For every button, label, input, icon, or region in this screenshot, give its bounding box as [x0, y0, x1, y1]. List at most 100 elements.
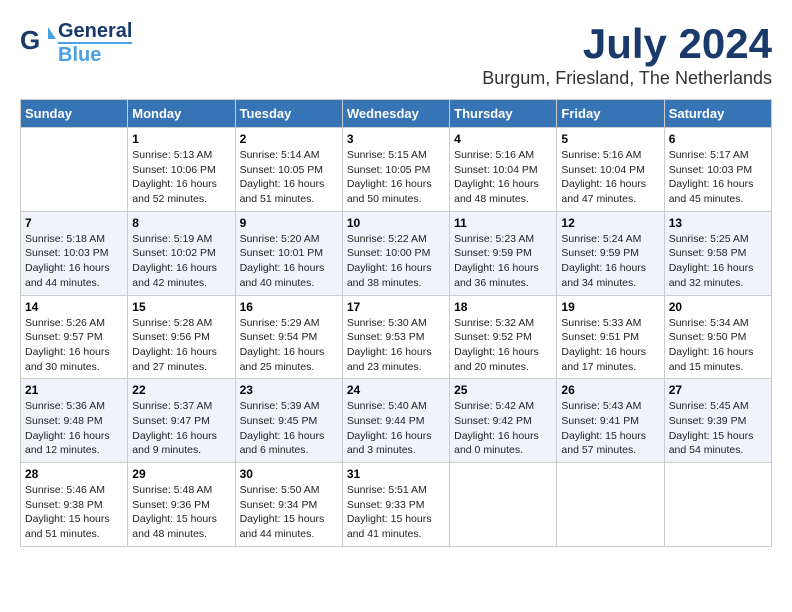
logo-line2: Blue — [58, 42, 132, 66]
day-number: 19 — [561, 300, 659, 314]
day-number: 23 — [240, 383, 338, 397]
day-number: 3 — [347, 132, 445, 146]
calendar-cell — [557, 463, 664, 547]
day-number: 16 — [240, 300, 338, 314]
calendar-cell: 17Sunrise: 5:30 AM Sunset: 9:53 PM Dayli… — [342, 295, 449, 379]
day-number: 1 — [132, 132, 230, 146]
calendar-cell: 13 Sunrise: 5:25 AM Sunset: 9:58 PM Dayli… — [664, 211, 771, 295]
day-number: 12 — [561, 216, 659, 230]
day-number: 13 — [669, 216, 767, 230]
calendar-cell: 16 Sunrise: 5:29 AM Sunset: 9:54 PM Dayli… — [235, 295, 342, 379]
calendar-cell: 29 Sunrise: 5:48 AM Sunset: 9:36 PM Dayli… — [128, 463, 235, 547]
calendar-cell: 3 Sunrise: 5:15 AM Sunset: 10:05 PM Dayli… — [342, 128, 449, 212]
calendar-cell: 1Sunrise: 5:13 AM Sunset: 10:06 PM Dayli… — [128, 128, 235, 212]
calendar-week-row: 21 Sunrise: 5:36 AM Sunset: 9:48 PM Dayli… — [21, 379, 772, 463]
day-number: 7 — [25, 216, 123, 230]
day-number: 10 — [347, 216, 445, 230]
day-info: Sunrise: 5:29 AM Sunset: 9:54 PM Dayligh… — [240, 316, 338, 375]
day-number: 29 — [132, 467, 230, 481]
logo-line1: General — [58, 20, 132, 42]
day-number: 15 — [132, 300, 230, 314]
logo: G General Blue — [20, 20, 132, 66]
calendar-cell: 15 Sunrise: 5:28 AM Sunset: 9:56 PM Dayli… — [128, 295, 235, 379]
calendar-cell: 4Sunrise: 5:16 AM Sunset: 10:04 PM Dayli… — [450, 128, 557, 212]
calendar-cell — [21, 128, 128, 212]
day-number: 9 — [240, 216, 338, 230]
month-title: July 2024 — [482, 20, 772, 68]
day-info: Sunrise: 5:17 AM Sunset: 10:03 PM Daylig… — [669, 148, 767, 207]
day-number: 24 — [347, 383, 445, 397]
day-number: 14 — [25, 300, 123, 314]
day-info: Sunrise: 5:16 AM Sunset: 10:04 PM Daylig… — [561, 148, 659, 207]
day-info: Sunrise: 5:45 AM Sunset: 9:39 PM Dayligh… — [669, 399, 767, 458]
day-number: 20 — [669, 300, 767, 314]
calendar-cell: 21 Sunrise: 5:36 AM Sunset: 9:48 PM Dayli… — [21, 379, 128, 463]
calendar-week-row: 7 Sunrise: 5:18 AM Sunset: 10:03 PM Dayli… — [21, 211, 772, 295]
calendar-table: SundayMondayTuesdayWednesdayThursdayFrid… — [20, 99, 772, 547]
logo-icon: G — [20, 23, 56, 64]
day-info: Sunrise: 5:33 AM Sunset: 9:51 PM Dayligh… — [561, 316, 659, 375]
calendar-cell: 25Sunrise: 5:42 AM Sunset: 9:42 PM Dayli… — [450, 379, 557, 463]
calendar-cell: 24Sunrise: 5:40 AM Sunset: 9:44 PM Dayli… — [342, 379, 449, 463]
day-info: Sunrise: 5:23 AM Sunset: 9:59 PM Dayligh… — [454, 232, 552, 291]
day-info: Sunrise: 5:25 AM Sunset: 9:58 PM Dayligh… — [669, 232, 767, 291]
weekday-header: Sunday — [21, 100, 128, 128]
day-info: Sunrise: 5:43 AM Sunset: 9:41 PM Dayligh… — [561, 399, 659, 458]
day-info: Sunrise: 5:14 AM Sunset: 10:05 PM Daylig… — [240, 148, 338, 207]
calendar-cell: 14 Sunrise: 5:26 AM Sunset: 9:57 PM Dayli… — [21, 295, 128, 379]
day-info: Sunrise: 5:34 AM Sunset: 9:50 PM Dayligh… — [669, 316, 767, 375]
calendar-cell: 6Sunrise: 5:17 AM Sunset: 10:03 PM Dayli… — [664, 128, 771, 212]
calendar-cell: 23Sunrise: 5:39 AM Sunset: 9:45 PM Dayli… — [235, 379, 342, 463]
day-info: Sunrise: 5:37 AM Sunset: 9:47 PM Dayligh… — [132, 399, 230, 458]
calendar-cell: 28 Sunrise: 5:46 AM Sunset: 9:38 PM Dayli… — [21, 463, 128, 547]
weekday-header: Friday — [557, 100, 664, 128]
day-info: Sunrise: 5:30 AM Sunset: 9:53 PM Dayligh… — [347, 316, 445, 375]
day-number: 27 — [669, 383, 767, 397]
calendar-cell — [450, 463, 557, 547]
day-info: Sunrise: 5:26 AM Sunset: 9:57 PM Dayligh… — [25, 316, 123, 375]
day-number: 31 — [347, 467, 445, 481]
day-info: Sunrise: 5:46 AM Sunset: 9:38 PM Dayligh… — [25, 483, 123, 542]
calendar-week-row: 1Sunrise: 5:13 AM Sunset: 10:06 PM Dayli… — [21, 128, 772, 212]
weekday-header: Wednesday — [342, 100, 449, 128]
day-info: Sunrise: 5:36 AM Sunset: 9:48 PM Dayligh… — [25, 399, 123, 458]
day-number: 2 — [240, 132, 338, 146]
day-info: Sunrise: 5:20 AM Sunset: 10:01 PM Daylig… — [240, 232, 338, 291]
calendar-cell: 20 Sunrise: 5:34 AM Sunset: 9:50 PM Dayli… — [664, 295, 771, 379]
calendar-cell: 2 Sunrise: 5:14 AM Sunset: 10:05 PM Dayli… — [235, 128, 342, 212]
day-number: 22 — [132, 383, 230, 397]
calendar-cell — [664, 463, 771, 547]
day-info: Sunrise: 5:19 AM Sunset: 10:02 PM Daylig… — [132, 232, 230, 291]
day-info: Sunrise: 5:50 AM Sunset: 9:34 PM Dayligh… — [240, 483, 338, 542]
day-info: Sunrise: 5:15 AM Sunset: 10:05 PM Daylig… — [347, 148, 445, 207]
day-number: 5 — [561, 132, 659, 146]
title-block: July 2024 Burgum, Friesland, The Netherl… — [482, 20, 772, 89]
calendar-cell: 18 Sunrise: 5:32 AM Sunset: 9:52 PM Dayli… — [450, 295, 557, 379]
day-number: 21 — [25, 383, 123, 397]
day-info: Sunrise: 5:18 AM Sunset: 10:03 PM Daylig… — [25, 232, 123, 291]
calendar-cell: 9 Sunrise: 5:20 AM Sunset: 10:01 PM Dayli… — [235, 211, 342, 295]
header-row: SundayMondayTuesdayWednesdayThursdayFrid… — [21, 100, 772, 128]
day-info: Sunrise: 5:24 AM Sunset: 9:59 PM Dayligh… — [561, 232, 659, 291]
day-info: Sunrise: 5:22 AM Sunset: 10:00 PM Daylig… — [347, 232, 445, 291]
day-number: 18 — [454, 300, 552, 314]
day-number: 26 — [561, 383, 659, 397]
svg-text:G: G — [20, 25, 40, 55]
calendar-cell: 11 Sunrise: 5:23 AM Sunset: 9:59 PM Dayli… — [450, 211, 557, 295]
weekday-header: Tuesday — [235, 100, 342, 128]
calendar-cell: 30 Sunrise: 5:50 AM Sunset: 9:34 PM Dayli… — [235, 463, 342, 547]
day-info: Sunrise: 5:48 AM Sunset: 9:36 PM Dayligh… — [132, 483, 230, 542]
weekday-header: Thursday — [450, 100, 557, 128]
day-info: Sunrise: 5:32 AM Sunset: 9:52 PM Dayligh… — [454, 316, 552, 375]
weekday-header: Saturday — [664, 100, 771, 128]
day-info: Sunrise: 5:28 AM Sunset: 9:56 PM Dayligh… — [132, 316, 230, 375]
calendar-cell: 22 Sunrise: 5:37 AM Sunset: 9:47 PM Dayli… — [128, 379, 235, 463]
calendar-cell: 8Sunrise: 5:19 AM Sunset: 10:02 PM Dayli… — [128, 211, 235, 295]
day-number: 30 — [240, 467, 338, 481]
calendar-cell: 12 Sunrise: 5:24 AM Sunset: 9:59 PM Dayli… — [557, 211, 664, 295]
day-number: 28 — [25, 467, 123, 481]
day-number: 11 — [454, 216, 552, 230]
day-number: 4 — [454, 132, 552, 146]
day-info: Sunrise: 5:51 AM Sunset: 9:33 PM Dayligh… — [347, 483, 445, 542]
calendar-cell: 5 Sunrise: 5:16 AM Sunset: 10:04 PM Dayli… — [557, 128, 664, 212]
